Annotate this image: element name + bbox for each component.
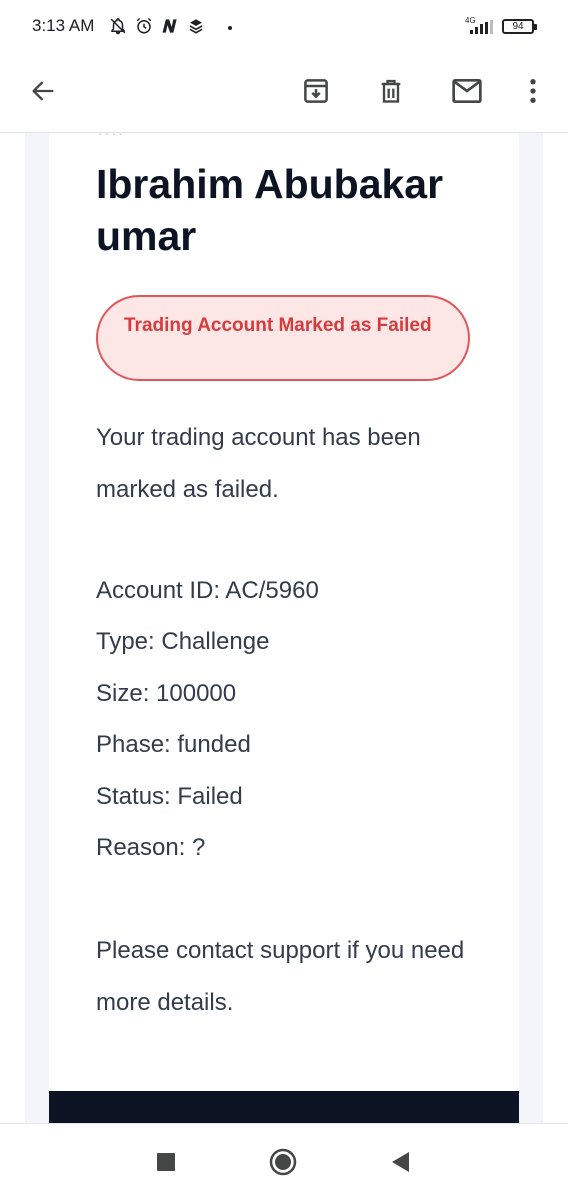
home-circle-icon (268, 1147, 298, 1182)
detail-account-id: Account ID: AC/5960 (96, 577, 319, 604)
status-badge: Trading Account Marked as Failed (96, 295, 470, 381)
detail-status: Status: Failed (96, 783, 243, 810)
clipped-greeting: ···· (98, 133, 125, 141)
delete-icon (377, 76, 405, 111)
signal-icon (470, 20, 494, 39)
back-button[interactable] (21, 71, 65, 115)
email-body: ···· Ibrahim Abubakar umar Trading Accou… (0, 133, 568, 1123)
alarm-icon (134, 16, 154, 36)
closing-text: Please contact support if you need more … (96, 937, 465, 1016)
intro-text: Your trading account has been marked as … (96, 424, 421, 503)
layers-icon (186, 16, 206, 36)
status-bar: 3:13 AM 4G 94 (0, 0, 568, 54)
battery-icon: 94 (502, 19, 537, 34)
email-footer (49, 1091, 519, 1123)
detail-reason: Reason: ? (96, 834, 206, 861)
more-options-button[interactable] (511, 71, 555, 115)
mark-unread-button[interactable] (445, 71, 489, 115)
email-toolbar (0, 54, 568, 133)
home-button[interactable] (265, 1146, 301, 1182)
detail-phase: Phase: funded (96, 731, 251, 758)
notification-dot (228, 26, 232, 30)
detail-size: Size: 100000 (96, 680, 237, 707)
n-app-icon (160, 16, 180, 36)
more-vert-icon (529, 77, 537, 110)
status-time: 3:13 AM (32, 16, 95, 35)
back-nav-button[interactable] (382, 1146, 418, 1182)
recents-square-icon (156, 1152, 176, 1177)
detail-type: Type: Challenge (96, 628, 270, 655)
delete-button[interactable] (369, 71, 413, 115)
recipient-name: Ibrahim Abubakar umar (96, 161, 444, 259)
bell-off-icon (108, 16, 128, 36)
badge-text: Trading Account Marked as Failed (124, 315, 432, 336)
mail-icon (451, 77, 483, 110)
recents-button[interactable] (148, 1146, 184, 1182)
back-triangle-icon (389, 1150, 411, 1179)
archive-icon (301, 76, 331, 111)
system-nav-bar (0, 1123, 568, 1200)
back-arrow-icon (29, 77, 57, 110)
notification-icons (108, 16, 206, 36)
archive-button[interactable] (294, 71, 338, 115)
